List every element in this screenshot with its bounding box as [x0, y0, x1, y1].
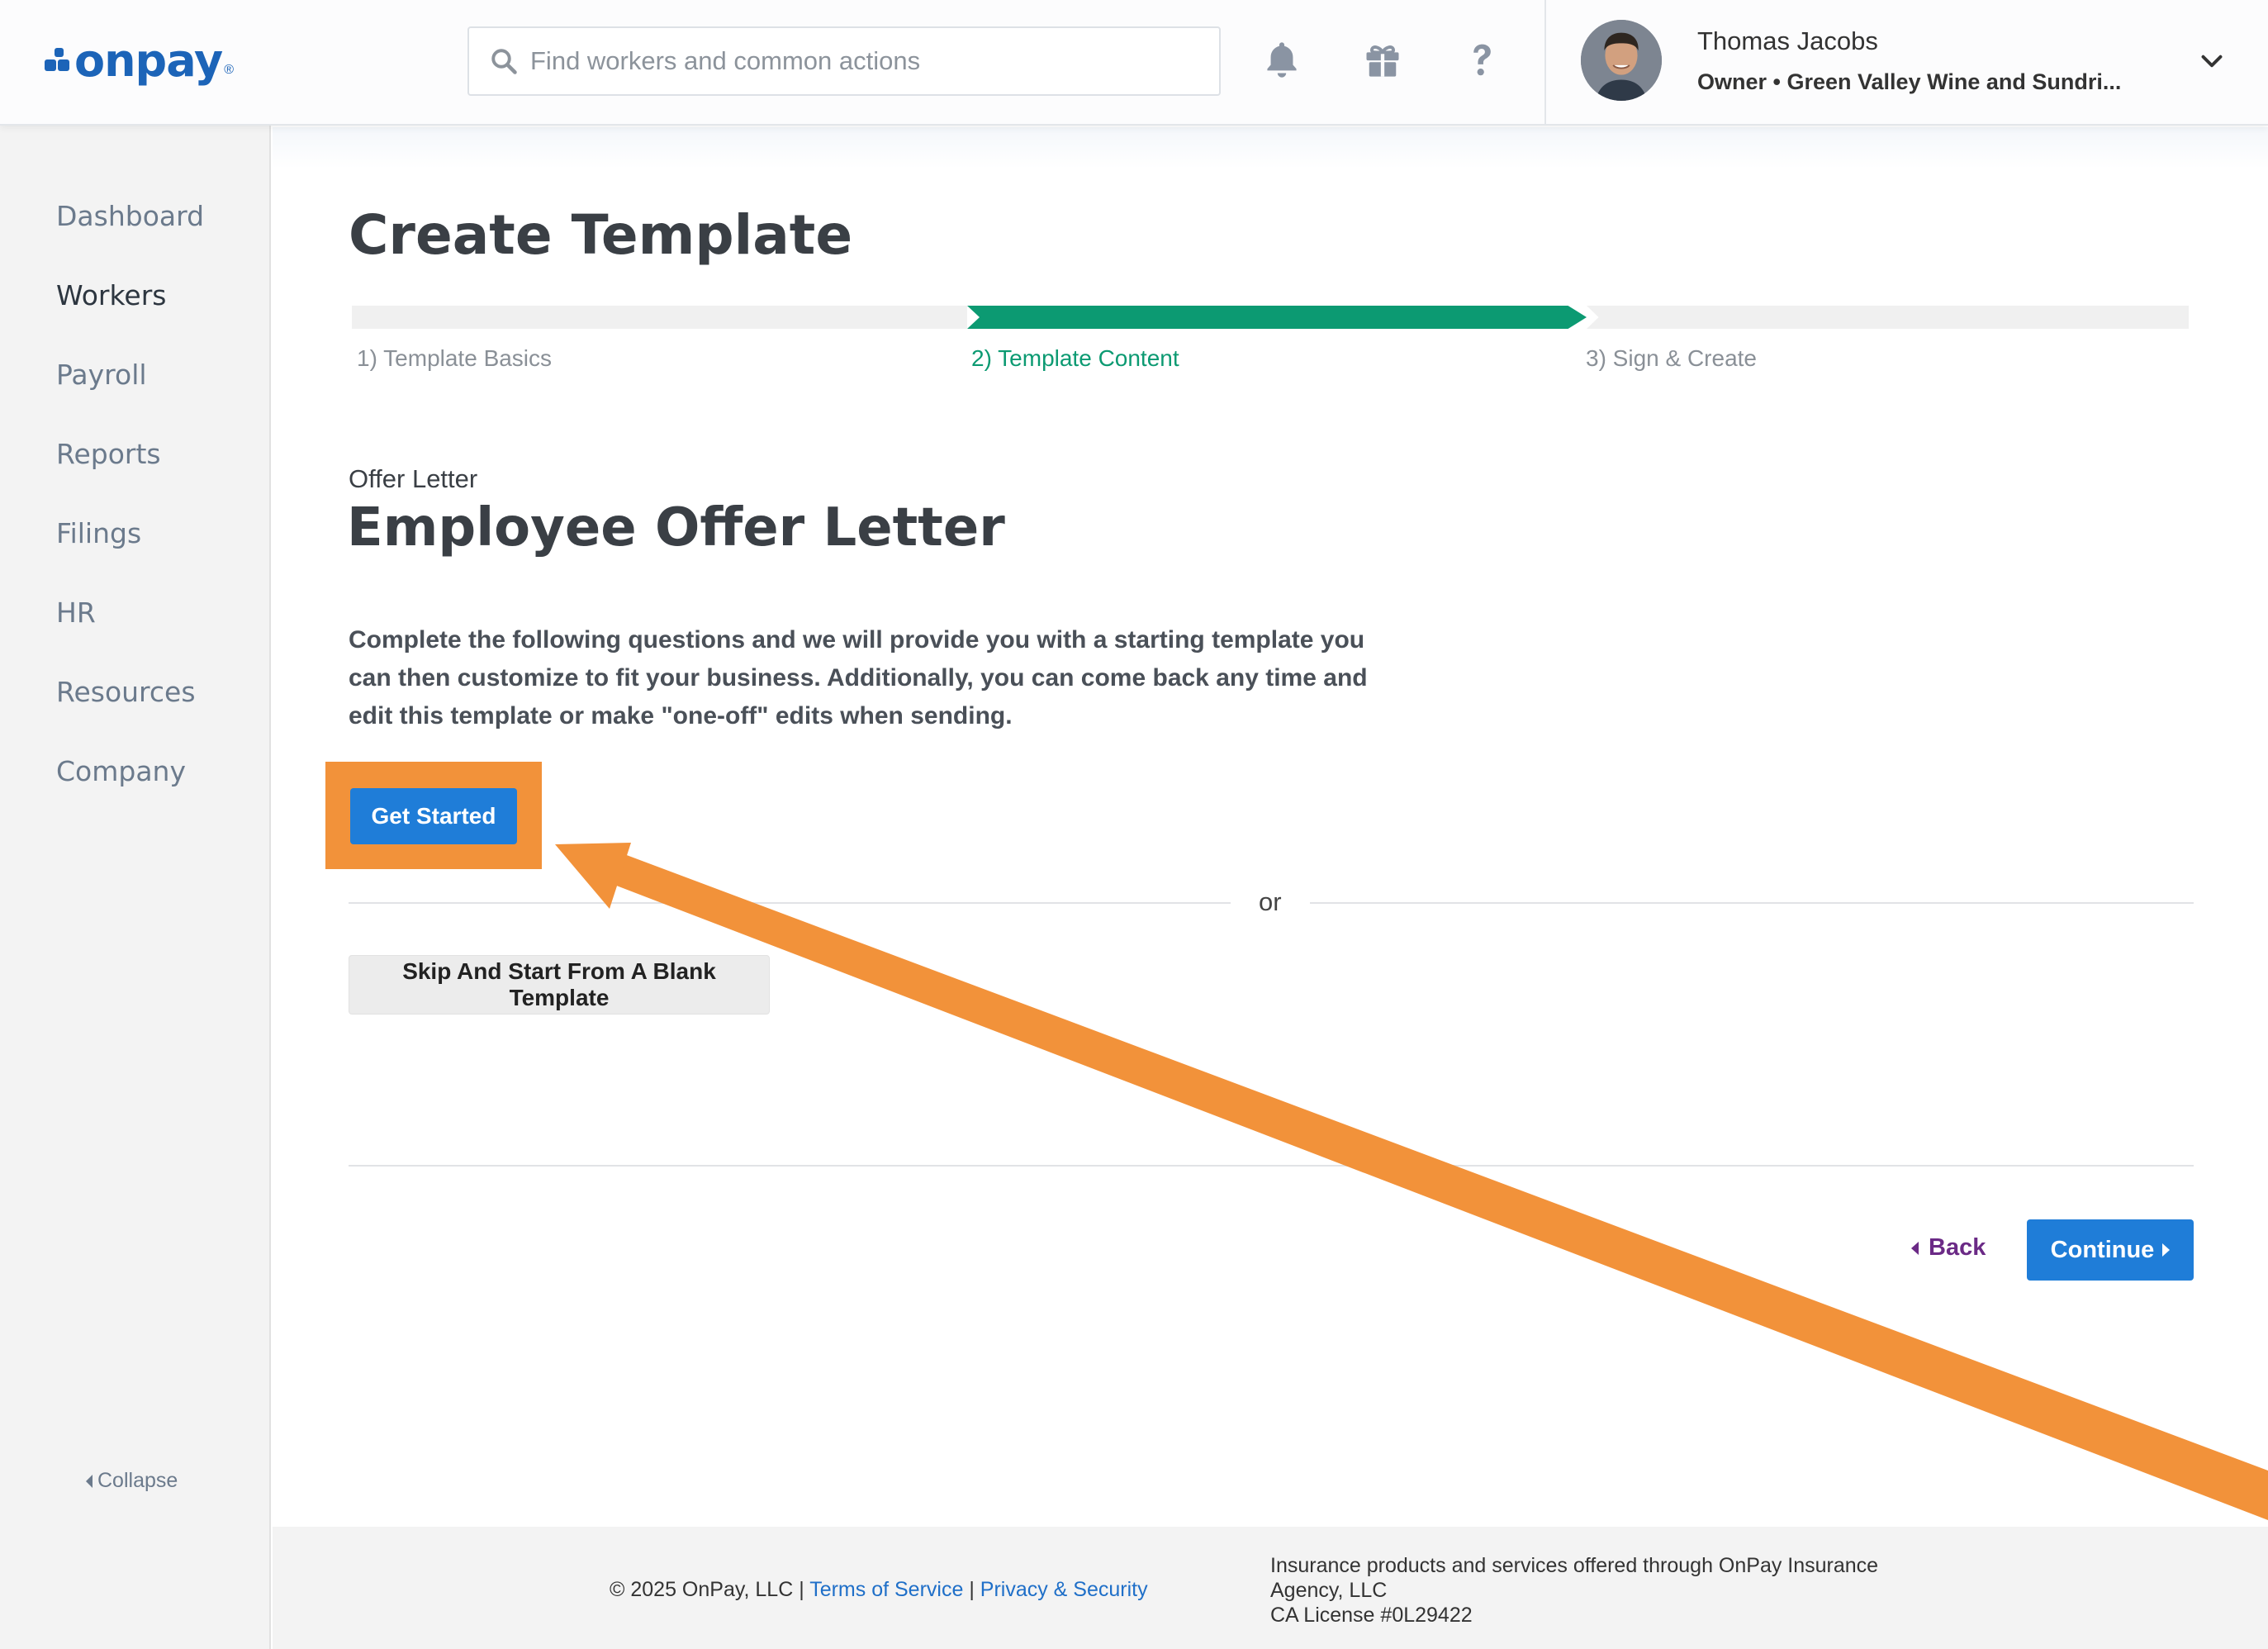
- step-progress-bar: [352, 306, 2189, 329]
- caret-left-icon: [86, 1474, 93, 1488]
- search-input[interactable]: [530, 46, 1208, 76]
- section-divider: [349, 1165, 2194, 1167]
- step-template-basics: 1) Template Basics: [357, 345, 553, 371]
- chevron-down-icon[interactable]: [2197, 46, 2227, 76]
- insurance-notice: Insurance products and services offered …: [1270, 1553, 1931, 1628]
- user-name: Thomas Jacobs: [1697, 26, 1878, 55]
- insurance-line-2: Agency, LLC: [1270, 1579, 1388, 1602]
- caret-right-icon: [2162, 1243, 2171, 1257]
- sidebar-item-reports[interactable]: Reports: [56, 438, 161, 470]
- terms-of-service-link[interactable]: Terms of Service: [809, 1578, 963, 1601]
- sidebar-item-dashboard[interactable]: Dashboard: [56, 200, 204, 232]
- logo-text: onpay: [74, 34, 223, 87]
- footer-copyright: © 2025 OnPay, LLC | Terms of Service | P…: [610, 1578, 1148, 1602]
- caret-left-icon: [1911, 1241, 1919, 1255]
- content-top-band: [273, 127, 2268, 169]
- progress-segment-2: [967, 306, 1587, 329]
- or-label: or: [1259, 887, 1282, 916]
- logo-registered-mark: ®: [224, 63, 234, 77]
- gift-icon: [1366, 45, 1399, 77]
- or-divider-left: [349, 902, 1231, 904]
- sidebar-item-company[interactable]: Company: [56, 755, 186, 787]
- user-role: Owner • Green Valley Wine and Sundri...: [1697, 69, 2122, 94]
- copyright-text: © 2025 OnPay, LLC |: [610, 1578, 804, 1601]
- insurance-line-1: Insurance products and services offered …: [1270, 1554, 1879, 1577]
- continue-button[interactable]: Continue: [2027, 1219, 2194, 1281]
- page-title: Create Template: [349, 203, 853, 267]
- user-avatar[interactable]: [1581, 20, 1662, 101]
- question-mark-icon: [1473, 44, 1491, 76]
- insurance-line-3: CA License #0L29422: [1270, 1604, 1473, 1627]
- template-category: Offer Letter: [349, 464, 478, 493]
- header-divider: [1544, 0, 1546, 126]
- search-bar[interactable]: [467, 26, 1221, 96]
- notifications-button[interactable]: [1257, 35, 1307, 84]
- step-template-content: 2) Template Content: [971, 345, 1179, 371]
- search-icon: [491, 49, 517, 74]
- sidebar-item-payroll[interactable]: Payroll: [56, 359, 147, 391]
- sidebar-item-filings[interactable]: Filings: [56, 517, 141, 549]
- privacy-security-link[interactable]: Privacy & Security: [980, 1578, 1148, 1601]
- back-button[interactable]: Back: [1911, 1234, 1986, 1262]
- top-header: onpay ® Find workers and common actions …: [0, 0, 2268, 126]
- back-label: Back: [1929, 1234, 1986, 1261]
- footer-separator: |: [969, 1578, 975, 1601]
- template-description: Complete the following questions and we …: [349, 626, 1368, 729]
- progress-segment-3: [1587, 306, 2189, 329]
- avatar-image: [1581, 20, 1662, 101]
- sidebar-item-hr[interactable]: HR: [56, 596, 96, 629]
- onpay-logo[interactable]: onpay ®: [45, 31, 234, 89]
- or-divider-right: [1310, 902, 2194, 904]
- collapse-sidebar-button[interactable]: Collapse: [86, 1469, 178, 1493]
- continue-label: Continue: [2050, 1236, 2155, 1263]
- logo-mark: [45, 48, 71, 73]
- skip-blank-template-button[interactable]: Skip And Start From A Blank Template: [349, 955, 770, 1015]
- collapse-label: Collapse: [97, 1469, 178, 1492]
- template-title: Employee Offer Letter: [347, 497, 1005, 558]
- progress-segment-1: [352, 306, 967, 329]
- get-started-button[interactable]: Get Started: [350, 788, 517, 844]
- sidebar: [0, 126, 271, 1649]
- sidebar-item-resources[interactable]: Resources: [56, 676, 196, 708]
- gift-button[interactable]: [1358, 35, 1407, 84]
- step-sign-create: 3) Sign & Create: [1586, 345, 1757, 371]
- help-button[interactable]: [1457, 35, 1506, 84]
- bell-icon: [1267, 42, 1297, 78]
- sidebar-item-workers[interactable]: Workers: [56, 279, 166, 311]
